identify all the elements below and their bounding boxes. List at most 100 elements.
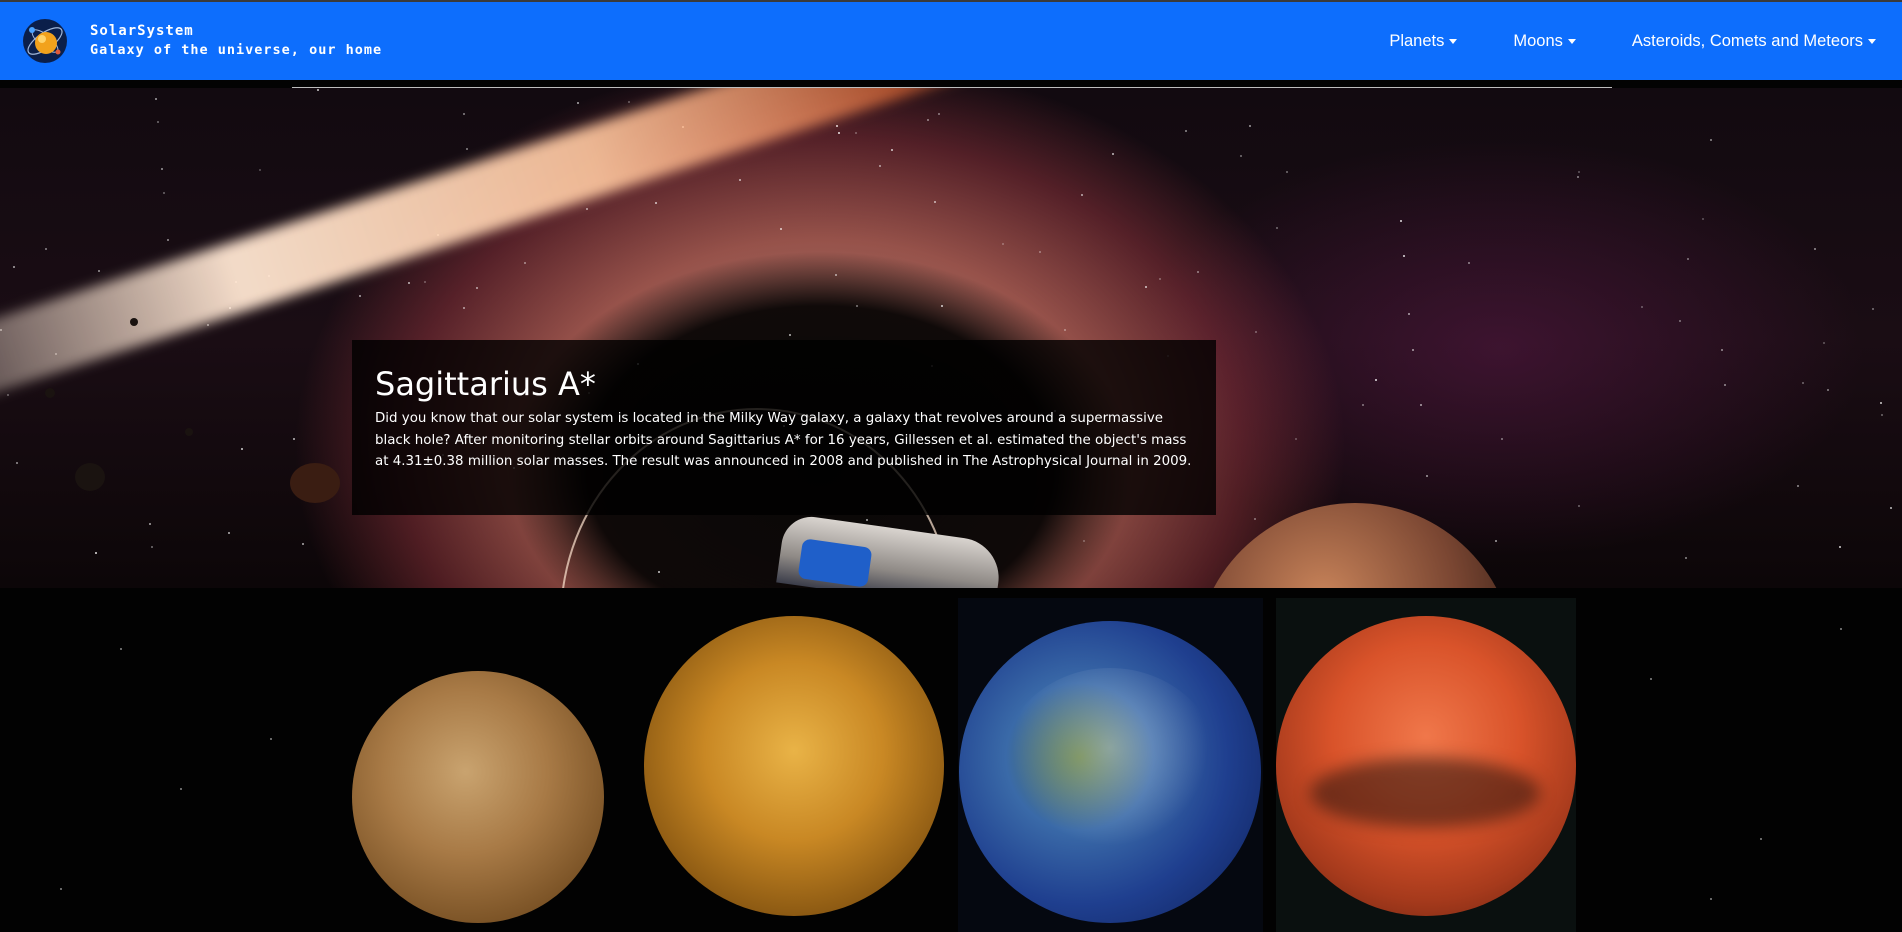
star	[628, 101, 630, 103]
star	[1802, 382, 1804, 384]
star	[1880, 402, 1882, 404]
star	[157, 121, 159, 123]
nav-asteroids-dropdown[interactable]: Asteroids, Comets and Meteors	[1632, 32, 1876, 51]
star	[891, 149, 893, 151]
star	[228, 532, 230, 534]
star	[1881, 414, 1883, 416]
asteroid-image	[185, 428, 193, 436]
star	[855, 132, 857, 134]
star	[838, 132, 840, 134]
nav-planets-dropdown[interactable]: Planets	[1389, 32, 1458, 51]
star	[1255, 331, 1257, 333]
star	[98, 270, 100, 272]
star	[466, 148, 468, 150]
star	[927, 119, 929, 121]
star	[938, 113, 940, 115]
star	[120, 648, 122, 650]
star	[1641, 306, 1643, 308]
star	[207, 324, 209, 326]
star	[151, 546, 153, 548]
star	[1890, 507, 1892, 509]
star	[259, 169, 261, 171]
star	[1002, 243, 1004, 245]
star	[780, 228, 782, 230]
nav-asteroids-label: Asteroids, Comets and Meteors	[1631, 31, 1863, 50]
chevron-down-icon	[1868, 38, 1876, 44]
star	[1145, 286, 1147, 288]
chevron-down-icon	[1449, 38, 1458, 44]
star	[149, 523, 151, 525]
venus-image[interactable]	[644, 616, 944, 916]
star	[1197, 271, 1199, 273]
star	[1814, 248, 1816, 250]
star	[1578, 171, 1580, 173]
asteroid-image	[290, 463, 340, 503]
star	[1578, 505, 1580, 507]
star	[1276, 227, 1278, 229]
star	[45, 248, 47, 250]
star	[7, 394, 9, 396]
star	[1112, 153, 1114, 155]
star	[1408, 313, 1410, 315]
star	[1687, 258, 1689, 260]
asteroid-image	[130, 318, 138, 326]
star	[424, 281, 426, 283]
star	[1501, 438, 1503, 440]
star	[655, 202, 657, 204]
star	[879, 165, 881, 167]
star	[1064, 329, 1066, 331]
hero-banner: Sagittarius A* Did you know that our sol…	[0, 88, 1902, 588]
star	[302, 543, 304, 545]
hero-text: Did you know that our solar system is lo…	[375, 411, 1192, 469]
star	[1495, 540, 1497, 542]
star	[180, 788, 182, 790]
mercury-image[interactable]	[352, 671, 604, 923]
star	[1295, 438, 1297, 440]
star	[1159, 278, 1161, 280]
star	[408, 282, 410, 284]
star	[1710, 898, 1712, 900]
star	[1650, 678, 1652, 680]
earth-clouds	[1000, 668, 1220, 868]
star	[1872, 308, 1874, 310]
star	[586, 208, 588, 210]
star	[241, 448, 243, 450]
star	[95, 552, 97, 554]
star	[161, 168, 163, 170]
planets-gallery	[0, 588, 1902, 932]
star	[1420, 404, 1422, 406]
star	[1710, 139, 1712, 141]
brand-link[interactable]: SolarSystem Galaxy of the universe, our …	[22, 18, 382, 64]
star	[789, 334, 791, 336]
hero-title: Sagittarius A*	[375, 365, 596, 403]
star	[1823, 342, 1825, 344]
navbar: SolarSystem Galaxy of the universe, our …	[0, 2, 1902, 80]
star	[163, 192, 165, 194]
asteroid-image	[45, 388, 55, 398]
star	[16, 462, 18, 464]
star	[934, 201, 936, 203]
star	[317, 89, 319, 91]
star	[1185, 130, 1187, 132]
star	[577, 102, 579, 104]
star	[1721, 349, 1723, 351]
nav-moons-dropdown[interactable]: Moons	[1513, 32, 1576, 51]
star	[60, 888, 62, 890]
star	[13, 266, 15, 268]
star	[1362, 404, 1364, 406]
star	[1679, 320, 1681, 322]
star	[856, 305, 858, 307]
star	[1039, 251, 1041, 253]
star	[835, 274, 837, 276]
mars-surface-shading	[1310, 758, 1540, 828]
star	[1685, 557, 1687, 559]
star	[476, 287, 478, 289]
star	[1375, 379, 1377, 381]
star	[1400, 220, 1402, 222]
star	[1702, 218, 1704, 220]
star	[1840, 628, 1842, 630]
star	[1797, 485, 1799, 487]
star	[1254, 518, 1256, 520]
star	[1083, 540, 1085, 542]
star	[293, 438, 295, 440]
